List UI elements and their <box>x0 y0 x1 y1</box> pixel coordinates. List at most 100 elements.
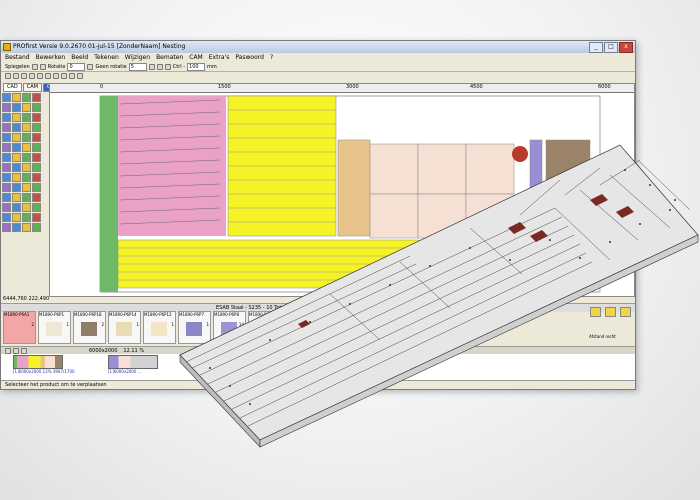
mirror-h-icon[interactable] <box>31 63 38 70</box>
palette-tool-icon[interactable] <box>32 203 41 212</box>
palette-tool-icon[interactable] <box>12 143 21 152</box>
zoom-in-icon[interactable] <box>45 73 51 79</box>
tab-cad[interactable]: CAD <box>3 83 22 92</box>
part-card[interactable]: M1890-P6P14 1 <box>108 311 141 344</box>
palette-tool-icon[interactable] <box>32 143 41 152</box>
palette-tool-icon[interactable] <box>32 213 41 222</box>
palette-tool-icon[interactable] <box>22 203 31 212</box>
palette-tool-icon[interactable] <box>32 193 41 202</box>
open-icon[interactable] <box>5 73 11 79</box>
palette-tool-icon[interactable] <box>22 183 31 192</box>
print-icon[interactable] <box>21 73 27 79</box>
menu-paswoord[interactable]: Paswoord <box>235 53 264 62</box>
palette-tool-icon[interactable] <box>22 223 31 232</box>
rotate-icon[interactable] <box>87 63 94 70</box>
palette-tool-icon[interactable] <box>32 133 41 142</box>
palette-tool-icon[interactable] <box>12 223 21 232</box>
sheet-thumbnail[interactable]: [1]6000x2000 ... <box>108 355 158 375</box>
menu-tekenen[interactable]: Tekenen <box>94 53 119 62</box>
menu-bematen[interactable]: Bematen <box>156 53 183 62</box>
save-icon[interactable] <box>13 73 19 79</box>
palette-tool-icon[interactable] <box>12 103 21 112</box>
palette-tool-icon[interactable] <box>32 153 41 162</box>
palette-tool-icon[interactable] <box>22 113 31 122</box>
palette-tool-icon[interactable] <box>2 173 11 182</box>
palette-tool-icon[interactable] <box>12 183 21 192</box>
palette-tool-icon[interactable] <box>12 153 21 162</box>
palette-tool-icon[interactable] <box>12 133 21 142</box>
palette-tool-icon[interactable] <box>22 163 31 172</box>
menu-help[interactable]: ? <box>270 53 273 62</box>
redo-icon[interactable] <box>37 73 43 79</box>
palette-tool-icon[interactable] <box>2 153 11 162</box>
palette-tool-icon[interactable] <box>12 93 21 102</box>
sheet-prev-icon[interactable] <box>5 347 11 354</box>
palette-tool-icon[interactable] <box>12 123 21 132</box>
palette-tool-icon[interactable] <box>2 163 11 172</box>
mirror-v-icon[interactable] <box>39 63 46 70</box>
palette-tool-icon[interactable] <box>2 183 11 192</box>
palette-tool-icon[interactable] <box>2 133 11 142</box>
zoom-icon[interactable] <box>164 63 171 70</box>
palette-tool-icon[interactable] <box>2 113 11 122</box>
rotatie-input[interactable]: 0 <box>67 62 86 71</box>
grid-icon[interactable] <box>148 63 155 70</box>
part-count: 1 <box>136 322 139 327</box>
palette-tool-icon[interactable] <box>22 213 31 222</box>
palette-tool-icon[interactable] <box>12 213 21 222</box>
palette-tool-icon[interactable] <box>32 113 41 122</box>
palette-tool-icon[interactable] <box>2 143 11 152</box>
undo-icon[interactable] <box>29 73 35 79</box>
zoom-out-icon[interactable] <box>53 73 59 79</box>
ctrl-input[interactable]: 100 <box>187 62 206 71</box>
palette-tool-icon[interactable] <box>2 93 11 102</box>
snap-icon[interactable] <box>156 63 163 70</box>
close-button[interactable]: x <box>619 42 633 53</box>
part-card[interactable]: M1890-P6P1 1 <box>38 311 71 344</box>
menu-wijzigen[interactable]: Wijzigen <box>125 53 150 62</box>
sheet-add-icon[interactable] <box>21 347 27 354</box>
measure-icon[interactable] <box>77 73 83 79</box>
palette-tool-icon[interactable] <box>2 213 11 222</box>
tab-cam[interactable]: CAM <box>22 83 42 92</box>
palette-tool-icon[interactable] <box>32 93 41 102</box>
palette-tool-icon[interactable] <box>2 103 11 112</box>
palette-tool-icon[interactable] <box>22 193 31 202</box>
palette-tool-icon[interactable] <box>12 173 21 182</box>
palette-tool-icon[interactable] <box>22 123 31 132</box>
menu-extras[interactable]: Extra's <box>209 53 230 62</box>
minimize-button[interactable]: _ <box>589 42 603 53</box>
palette-tool-icon[interactable] <box>2 203 11 212</box>
geen-rotatie-input[interactable]: 5 <box>128 62 147 71</box>
pan-icon[interactable] <box>69 73 75 79</box>
palette-tool-icon[interactable] <box>22 103 31 112</box>
sheet-next-icon[interactable] <box>13 347 19 354</box>
palette-tool-icon[interactable] <box>2 123 11 132</box>
maximize-button[interactable]: □ <box>604 42 618 53</box>
palette-tool-icon[interactable] <box>32 173 41 182</box>
palette-tool-icon[interactable] <box>12 193 21 202</box>
palette-tool-icon[interactable] <box>22 93 31 102</box>
palette-tool-icon[interactable] <box>32 123 41 132</box>
menu-beeld[interactable]: Beeld <box>71 53 88 62</box>
palette-tool-icon[interactable] <box>22 133 31 142</box>
part-card[interactable]: M1890-P6A1 2 <box>3 311 36 344</box>
palette-tool-icon[interactable] <box>12 163 21 172</box>
palette-tool-icon[interactable] <box>32 163 41 172</box>
menu-bewerken[interactable]: Bewerken <box>36 53 66 62</box>
palette-tool-icon[interactable] <box>12 203 21 212</box>
palette-tool-icon[interactable] <box>22 173 31 182</box>
palette-tool-icon[interactable] <box>22 143 31 152</box>
palette-tool-icon[interactable] <box>2 223 11 232</box>
part-card[interactable]: M1890-P6P18 2 <box>73 311 106 344</box>
palette-tool-icon[interactable] <box>32 183 41 192</box>
palette-tool-icon[interactable] <box>32 103 41 112</box>
palette-tool-icon[interactable] <box>32 223 41 232</box>
zoom-fit-icon[interactable] <box>61 73 67 79</box>
palette-tool-icon[interactable] <box>22 153 31 162</box>
sheet-thumbnail[interactable]: [1]6000x2000 12% 3907/1700 <box>13 355 75 375</box>
palette-tool-icon[interactable] <box>12 113 21 122</box>
menu-cam[interactable]: CAM <box>189 53 202 62</box>
palette-tool-icon[interactable] <box>2 193 11 202</box>
menu-bestand[interactable]: Bestand <box>5 53 30 62</box>
